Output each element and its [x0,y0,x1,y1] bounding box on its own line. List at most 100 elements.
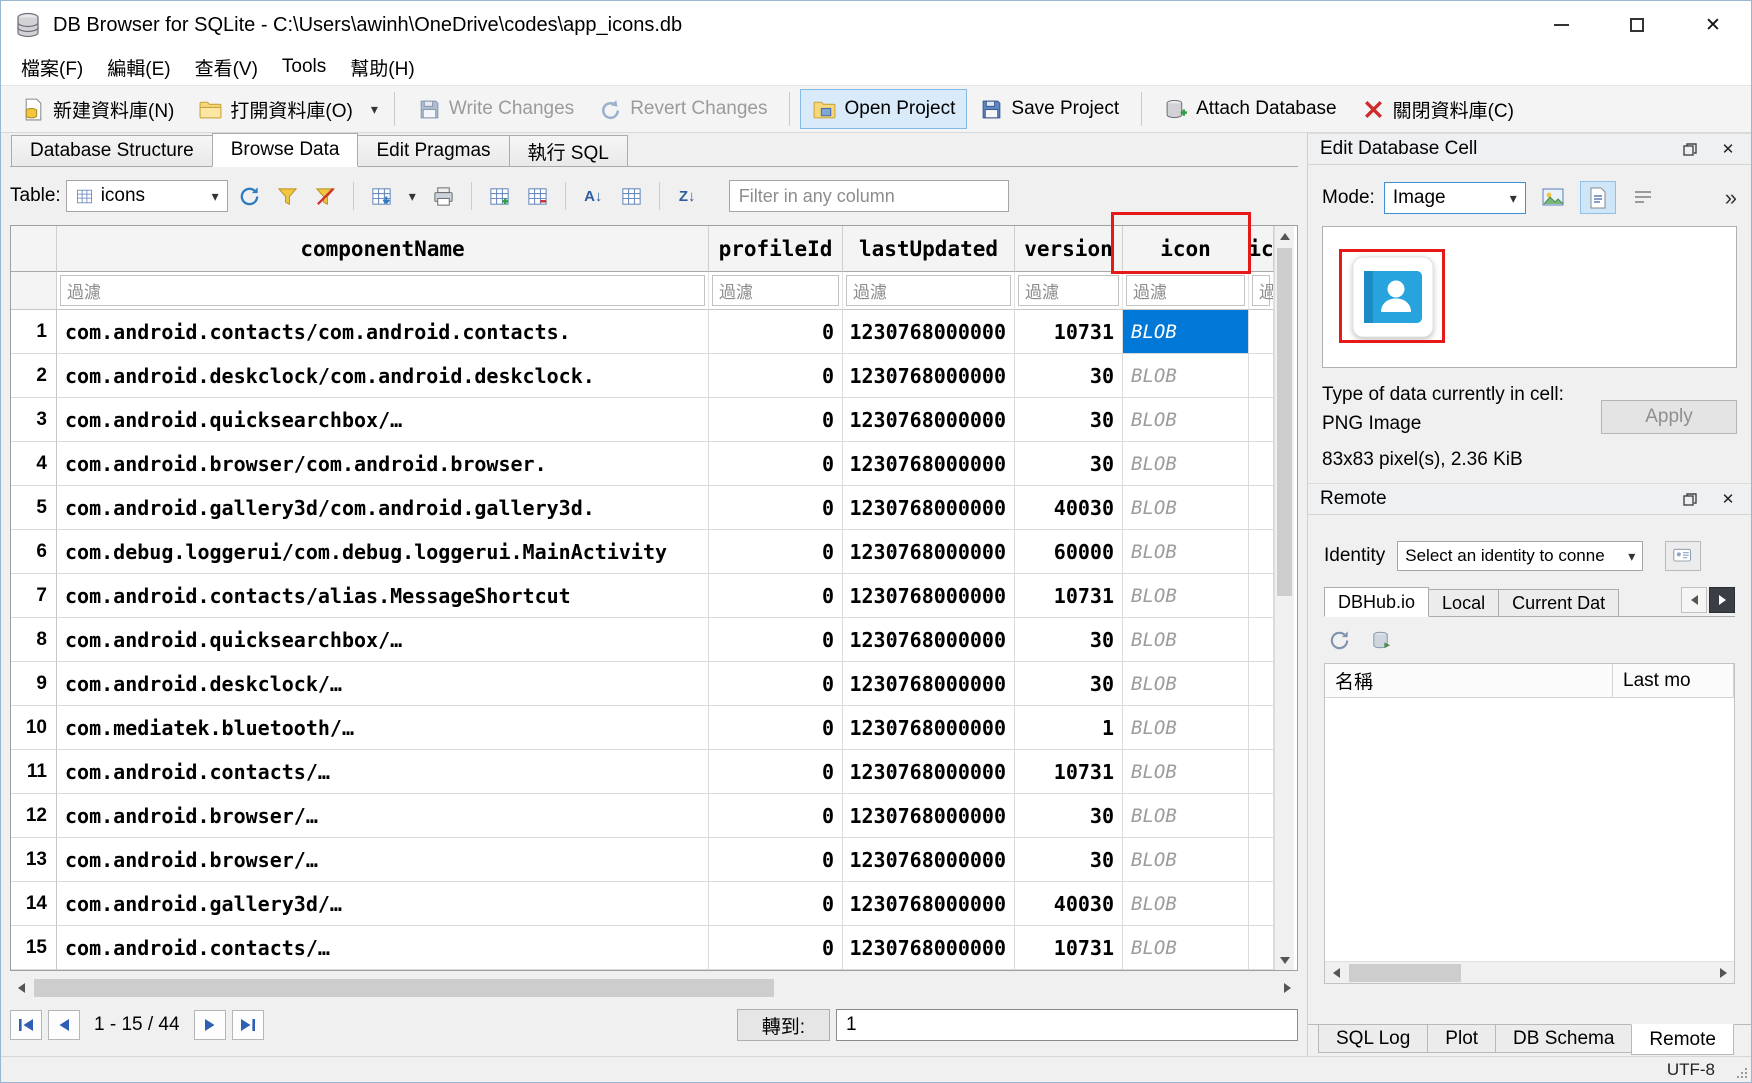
cell-version[interactable]: 30 [1015,354,1123,398]
row-number[interactable]: 6 [11,530,57,574]
cell-version[interactable]: 1 [1015,706,1123,750]
open-database-button[interactable]: 打開資料庫(O) [186,89,364,129]
menu-item[interactable]: 查看(V) [183,49,270,85]
cell-componentName[interactable]: com.android.browser/… [57,838,709,882]
row-number[interactable]: 7 [11,574,57,618]
undock-panel-button[interactable] [1679,488,1701,510]
cell-lastUpdated[interactable]: 1230768000000 [843,706,1015,750]
filter-input-overflow[interactable]: 過濾 [1249,272,1274,310]
cell-profileId[interactable]: 0 [709,574,843,618]
remote-refresh-button[interactable] [1324,625,1354,655]
table-row[interactable]: 5 com.android.gallery3d/com.android.gall… [11,486,1274,530]
cell-lastUpdated[interactable]: 1230768000000 [843,794,1015,838]
save-project-button[interactable]: Save Project [967,89,1131,129]
scroll-down-button[interactable] [1275,950,1294,970]
cell-version[interactable]: 40030 [1015,486,1123,530]
cell-overflow[interactable] [1249,706,1274,750]
dock-tab[interactable]: SQL Log [1318,1025,1428,1053]
cell-componentName[interactable]: com.android.contacts/… [57,750,709,794]
cell-icon-blob[interactable]: BLOB [1123,442,1249,486]
import-data-button[interactable] [1535,181,1571,214]
remote-tab[interactable]: DBHub.io [1324,587,1429,617]
sort-desc-button[interactable]: Z↓ [671,180,704,213]
more-tools-button[interactable]: » [1725,185,1737,211]
list-column-last-modified[interactable]: Last mo [1613,664,1734,697]
column-header-lastUpdated[interactable]: lastUpdated [843,226,1015,272]
cell-overflow[interactable] [1249,750,1274,794]
remote-list-body[interactable] [1325,698,1734,961]
cell-componentName[interactable]: com.android.browser/com.android.browser. [57,442,709,486]
identity-select[interactable]: Select an identity to conne ▾ [1397,541,1643,571]
cell-lastUpdated[interactable]: 1230768000000 [843,662,1015,706]
cell-componentName[interactable]: com.android.contacts/com.android.contact… [57,310,709,354]
main-tab[interactable]: Edit Pragmas [357,135,509,166]
delete-record-button[interactable] [521,180,554,213]
edit-record-button[interactable] [615,180,648,213]
next-page-button[interactable] [194,1010,226,1040]
sort-asc-button[interactable]: A↓ [577,180,610,213]
cell-icon-blob[interactable]: BLOB [1123,750,1249,794]
scroll-right-button[interactable] [1712,962,1734,984]
cell-profileId[interactable]: 0 [709,662,843,706]
refresh-button[interactable] [233,180,266,213]
filter-button[interactable] [271,180,304,213]
cell-profileId[interactable]: 0 [709,838,843,882]
first-record-button[interactable] [10,1010,42,1040]
save-table-button[interactable] [365,180,398,213]
clone-database-button[interactable] [1366,625,1396,655]
cell-version[interactable]: 10731 [1015,310,1123,354]
cell-version[interactable]: 30 [1015,662,1123,706]
cell-version[interactable]: 30 [1015,442,1123,486]
cell-overflow[interactable] [1249,530,1274,574]
row-number[interactable]: 11 [11,750,57,794]
cell-lastUpdated[interactable]: 1230768000000 [843,310,1015,354]
row-number[interactable]: 13 [11,838,57,882]
row-number[interactable]: 14 [11,882,57,926]
row-number[interactable]: 1 [11,310,57,354]
filter-input-lastUpdated[interactable]: 過濾 [843,272,1015,310]
cell-componentName[interactable]: com.android.gallery3d/… [57,882,709,926]
filter-input-version[interactable]: 過濾 [1015,272,1123,310]
cell-profileId[interactable]: 0 [709,530,843,574]
cell-componentName[interactable]: com.android.quicksearchbox/… [57,618,709,662]
cell-icon-blob[interactable]: BLOB [1123,706,1249,750]
row-number[interactable]: 8 [11,618,57,662]
remote-tab[interactable]: Current Dat [1498,589,1619,616]
apply-button[interactable]: Apply [1601,400,1737,434]
grid-vertical-scrollbar[interactable] [1274,226,1294,970]
horizontal-scrollbar-thumb[interactable] [1349,964,1461,982]
grid-horizontal-scrollbar[interactable] [10,977,1298,999]
table-row[interactable]: 13 com.android.browser/… 0 1230768000000… [11,838,1274,882]
insert-record-button[interactable] [483,180,516,213]
cell-overflow[interactable] [1249,618,1274,662]
tab-scroll-left-button[interactable] [1681,587,1707,613]
cell-componentName[interactable]: com.debug.loggerui/com.debug.loggerui.Ma… [57,530,709,574]
main-tab[interactable]: 執行 SQL [509,135,628,166]
close-panel-button[interactable]: ✕ [1717,138,1739,160]
row-number[interactable]: 9 [11,662,57,706]
cell-icon-blob[interactable]: BLOB [1123,310,1249,354]
cell-profileId[interactable]: 0 [709,486,843,530]
cell-overflow[interactable] [1249,882,1274,926]
cell-overflow[interactable] [1249,442,1274,486]
cell-icon-blob[interactable]: BLOB [1123,398,1249,442]
minimize-button[interactable] [1523,1,1599,49]
menu-item[interactable]: Tools [270,49,338,85]
column-header-profileId[interactable]: profileId [709,226,843,272]
scroll-up-button[interactable] [1275,226,1294,246]
filter-input-profileId[interactable]: 過濾 [709,272,843,310]
vertical-scrollbar-thumb[interactable] [1277,248,1292,596]
open-project-button[interactable]: Open Project [800,89,967,129]
dock-tab[interactable]: DB Schema [1495,1025,1632,1053]
last-record-button[interactable] [232,1010,264,1040]
dock-tab[interactable]: Plot [1427,1025,1496,1053]
cell-version[interactable]: 30 [1015,618,1123,662]
cell-lastUpdated[interactable]: 1230768000000 [843,530,1015,574]
cell-overflow[interactable] [1249,662,1274,706]
cell-version[interactable]: 40030 [1015,882,1123,926]
cell-icon-blob[interactable]: BLOB [1123,662,1249,706]
cell-icon-blob[interactable]: BLOB [1123,486,1249,530]
table-row[interactable]: 14 com.android.gallery3d/… 0 12307680000… [11,882,1274,926]
cell-version[interactable]: 30 [1015,838,1123,882]
attach-database-button[interactable]: Attach Database [1152,89,1348,129]
